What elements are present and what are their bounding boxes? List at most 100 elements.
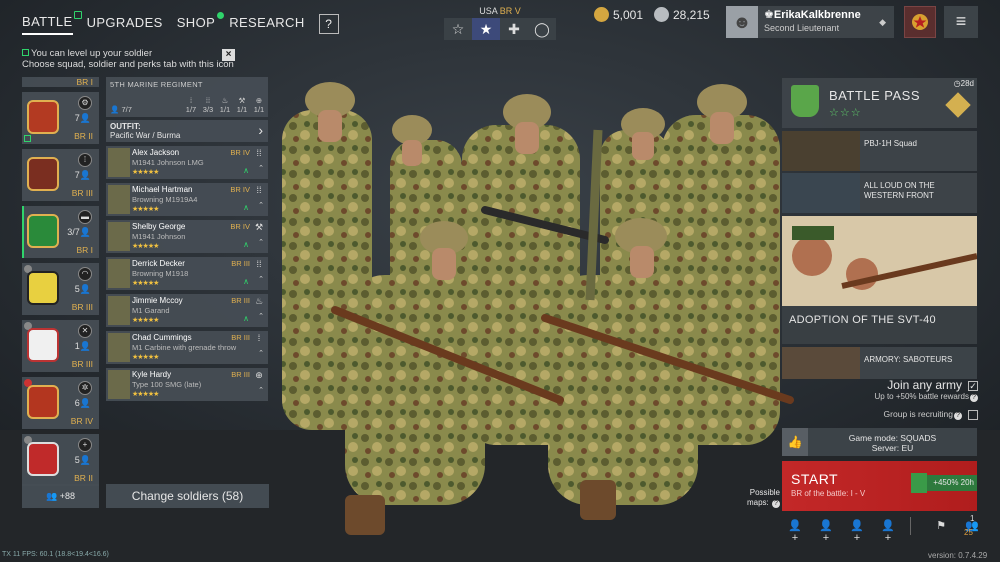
medic-class-icon: ⊕ [255, 370, 263, 380]
armory-item[interactable]: ARMORY: SABOTEURS [782, 347, 977, 379]
gold-currency[interactable]: 5,001 [594, 7, 643, 22]
help-icon[interactable]: ? [954, 412, 962, 420]
medic-cross-icon: + [78, 438, 92, 452]
news-caption: ADOPTION OF THE SVT-40 [782, 306, 977, 344]
bp-item-squad[interactable]: PBJ-1H Squad [782, 131, 977, 171]
upgrade-arrow-icon: ∧ [243, 203, 249, 212]
menu-button[interactable]: ≡ [944, 6, 978, 38]
slot-fire: ♨ 1/1 [219, 96, 231, 114]
battle-pass-card[interactable]: BATTLE PASS ☆☆☆ ◷28d [782, 78, 977, 128]
medic-emblem-icon [27, 442, 59, 476]
circle-icon[interactable]: ◯ [528, 18, 556, 40]
silver-coin-icon [654, 7, 669, 22]
rank-star-icon [912, 14, 928, 30]
squad-card[interactable]: ⁞ 7👤 BR III [22, 149, 99, 201]
recruiting-checkbox[interactable] [968, 409, 978, 420]
soldier-portrait [108, 370, 130, 399]
squad-card[interactable]: BR I [22, 77, 99, 87]
battle-pass-logo-icon [791, 85, 819, 117]
upgrade-arrow-icon: ∧ [243, 166, 249, 175]
rifle-icon: ⁞ [78, 153, 92, 167]
thumbs-up-icon[interactable]: 👍 [782, 428, 808, 456]
bp-item-event[interactable]: ALL LOUD ON THE WESTERN FRONT [782, 173, 977, 213]
regiment-title: 5TH MARINE REGIMENT [110, 80, 203, 89]
profile-card[interactable]: ☻ ♚ErikaKalkbrenne Second Lieutenant ◆ [726, 6, 894, 38]
soldier-card[interactable]: Shelby George M1941 Johnson ★★★★★ BR IV ∧ ⚒… [106, 220, 268, 253]
armory-thumbnail [782, 347, 860, 379]
add-friend-icon[interactable]: 👤+ [848, 519, 866, 544]
change-soldiers-button[interactable]: Change soldiers (58) [106, 484, 269, 508]
squad-card[interactable]: + 5👤 BR II [22, 434, 99, 486]
diamond-icon: ◆ [879, 16, 886, 27]
star-icon[interactable]: ☆ [444, 18, 472, 40]
chevron-icon: ⌃ [258, 350, 264, 357]
group-count: 1 [970, 514, 975, 523]
tab-upgrades[interactable]: UPGRADES [87, 15, 163, 34]
start-button[interactable]: START BR of the battle: I - V +450% 20h [782, 461, 977, 511]
soldier-portrait [108, 259, 130, 288]
squad-card[interactable]: ◠ 5👤 BR III [22, 263, 99, 315]
add-friend-icon[interactable]: 👤+ [879, 519, 897, 544]
soldier-card[interactable]: Alex Jackson M1941 Johnson LMG ★★★★★ BR IV… [106, 146, 268, 179]
chevron-icon: ⌃ [258, 202, 264, 209]
rank-badge[interactable] [904, 6, 936, 38]
crossed-tools-icon: ✕ [78, 324, 92, 338]
squad-card[interactable]: ✕ 1👤 BR III [22, 320, 99, 372]
add-friend-icon[interactable]: 👤+ [786, 519, 804, 544]
gear-icon: ✲ [78, 381, 92, 395]
squad-card[interactable]: ⚙ 7👤 BR II [22, 92, 99, 144]
help-button[interactable]: ? [318, 14, 339, 34]
usa-star-icon[interactable]: ★ [472, 18, 500, 40]
close-hint-button[interactable]: × [222, 49, 235, 61]
join-any-army[interactable]: Join any army ✓ Up to +50% battle rewards… [800, 378, 978, 402]
reward-diamond-icon [945, 92, 971, 118]
squad-emblem-icon [27, 328, 59, 362]
battle-pass-timer: ◷28d [953, 79, 974, 88]
help-icon[interactable]: ? [772, 500, 780, 508]
notification-dot-icon [217, 11, 225, 19]
game-mode-panel[interactable]: 👍 Game mode: SQUADS Server: EU [782, 428, 977, 456]
help-icon[interactable]: ? [970, 394, 978, 402]
avatar: ☻ [726, 6, 758, 38]
battle-pass-stars: ☆☆☆ [829, 107, 862, 119]
xp-booster-timer: +450% 20h [927, 475, 977, 491]
soldier-card[interactable]: Chad Cummings M1 Carbine with grenade thr… [106, 331, 268, 364]
machinegun-icon: ⚙ [78, 96, 92, 110]
squad-emblem-icon [27, 214, 59, 248]
soldier-portrait [108, 222, 130, 251]
new-indicator-icon [73, 10, 82, 19]
upgrade-arrow-icon: ∧ [243, 314, 249, 323]
cavalry-emblem-icon [27, 271, 59, 305]
flag-icon[interactable]: ⚑ [932, 519, 950, 533]
regiment-header: 5TH MARINE REGIMENT 👤 7/7 ⁞ 1/7 ⁞⁞ 3/3 ♨ 1/… [106, 77, 268, 117]
squad-card-selected[interactable]: ▬ 3/7👤 BR I [22, 206, 99, 258]
chevron-right-icon: › [258, 122, 263, 138]
tab-shop[interactable]: SHOP [177, 11, 225, 34]
add-squad-button[interactable]: 👥 +88 [22, 484, 99, 508]
soldier-portrait [108, 185, 130, 214]
soldier-card[interactable]: Kyle Hardy Type 100 SMG (late) ★★★★★ BR II… [106, 368, 268, 401]
xp-booster-icon [911, 473, 927, 493]
soldier-card[interactable]: Jimmie Mccoy M1 Garand ★★★★★ BR III ∧ ♨ ⌃ [106, 294, 268, 327]
soldier-card[interactable]: Michael Hartman Browning M1919A4 ★★★★★ BR … [106, 183, 268, 216]
tab-research[interactable]: RESEARCH [229, 15, 304, 34]
regiment-count: 👤 7/7 [110, 105, 132, 114]
event-thumbnail [782, 173, 860, 213]
join-any-army-checkbox[interactable]: ✓ [968, 380, 978, 391]
soldier-card[interactable]: Derrick Decker Browning M1918 ★★★★★ BR III… [106, 257, 268, 290]
outfit-selector[interactable]: OUTFIT: Pacific War / Burma › [106, 120, 268, 142]
add-friend-icon[interactable]: 👤+ [817, 519, 835, 544]
slot-infantry: ⁞ 1/7 [185, 96, 197, 114]
news-banner[interactable]: ADOPTION OF THE SVT-40 [782, 216, 978, 344]
silver-currency[interactable]: 28,215 [654, 7, 710, 22]
top-nav: BATTLE UPGRADES SHOP RESEARCH ? [22, 10, 339, 36]
nation-br: BR V [499, 6, 521, 16]
possible-maps[interactable]: Possible maps: ? [744, 488, 780, 508]
chevron-icon: ⌃ [258, 276, 264, 283]
tab-battle[interactable]: BATTLE [22, 10, 82, 35]
slot-medic: ⊕ 1/1 [253, 96, 265, 114]
squad-card[interactable]: ✲ 6👤 BR IV [22, 377, 99, 429]
cross-icon[interactable]: ✚ [500, 18, 528, 40]
slot-rifle: ⁞⁞ 3/3 [202, 96, 214, 114]
group-recruiting[interactable]: Group is recruiting? [800, 409, 978, 420]
